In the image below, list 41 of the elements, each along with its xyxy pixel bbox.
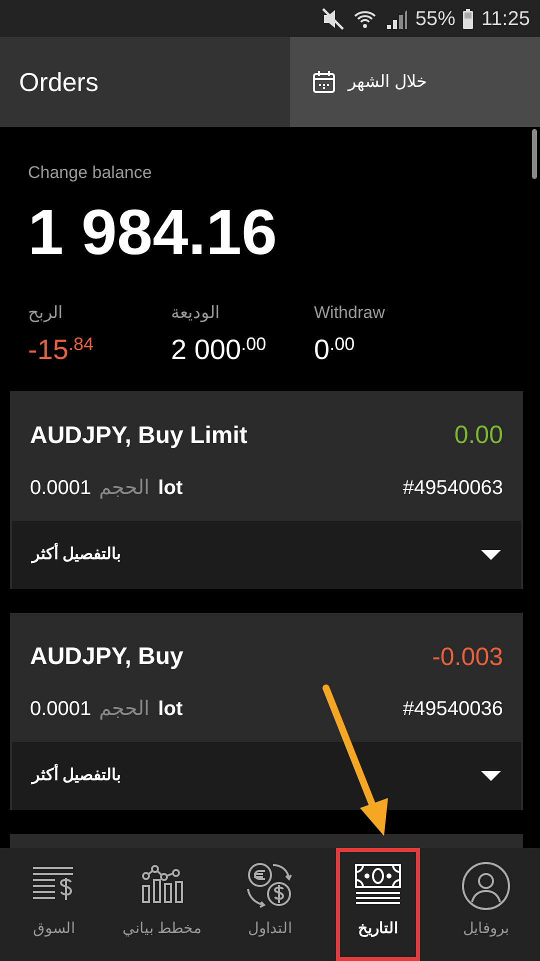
- nav-tab[interactable]: مخطط بياني: [108, 848, 216, 961]
- details-toggle[interactable]: بالتفصيل أكثر: [12, 520, 521, 588]
- stat-value: -15$^{.84}$: [28, 333, 94, 367]
- stat-label: الربح: [28, 302, 64, 324]
- scrollbar-thumb: [532, 129, 537, 179]
- caret-icon: [481, 548, 501, 562]
- nav-tab[interactable]: التاريخ: [336, 848, 420, 961]
- lot-unit: lot: [158, 476, 183, 500]
- lot-value: 0.0001: [30, 476, 92, 500]
- order-profit: -0.003: [432, 642, 503, 672]
- stat-label: Withdraw: [314, 302, 386, 324]
- mute-icon: [321, 6, 346, 30]
- nav-tab[interactable]: التداول: [216, 848, 324, 961]
- stat-value: 2 000$^{.00}$: [171, 333, 268, 367]
- lot-value: 0.0001: [30, 697, 92, 722]
- details-label: بالتفصيل أكثر: [32, 764, 120, 788]
- balance-value: 1 984.16: [28, 200, 278, 264]
- lot-label: الحجم: [99, 697, 150, 722]
- order-title: AUDJPY, Buy Limit: [30, 420, 248, 451]
- nav-tab[interactable]: بروفايل: [432, 848, 540, 961]
- calendar-icon: [312, 70, 336, 94]
- profile-icon: [461, 862, 511, 910]
- details-label: بالتفصيل أكثر: [32, 542, 120, 566]
- battery-icon: [463, 6, 474, 30]
- order-profit: 0.00: [454, 420, 503, 451]
- details-toggle[interactable]: بالتفصيل أكثر: [12, 742, 521, 810]
- order-ticket: #49540063: [402, 476, 503, 500]
- order-ticket: #49540036: [402, 697, 503, 722]
- order-title: AUDJPY, Buy: [30, 642, 184, 672]
- stat-value: 0$^{.00}$: [314, 333, 356, 367]
- battery-percent: 55%: [415, 6, 456, 32]
- balance-label: Change balance: [28, 162, 153, 184]
- period-label: خلال الشهر: [348, 71, 428, 94]
- caret-icon: [481, 769, 501, 783]
- lot-unit: lot: [158, 697, 183, 722]
- lot-label: الحجم: [99, 476, 150, 501]
- stat-label: الوديعة: [171, 302, 221, 324]
- screen-title: Orders: [18, 66, 100, 98]
- nav-tab[interactable]: السوق: [0, 848, 108, 961]
- period-selector[interactable]: خلال الشهر: [290, 37, 540, 127]
- clock-time: 11:25: [481, 6, 530, 32]
